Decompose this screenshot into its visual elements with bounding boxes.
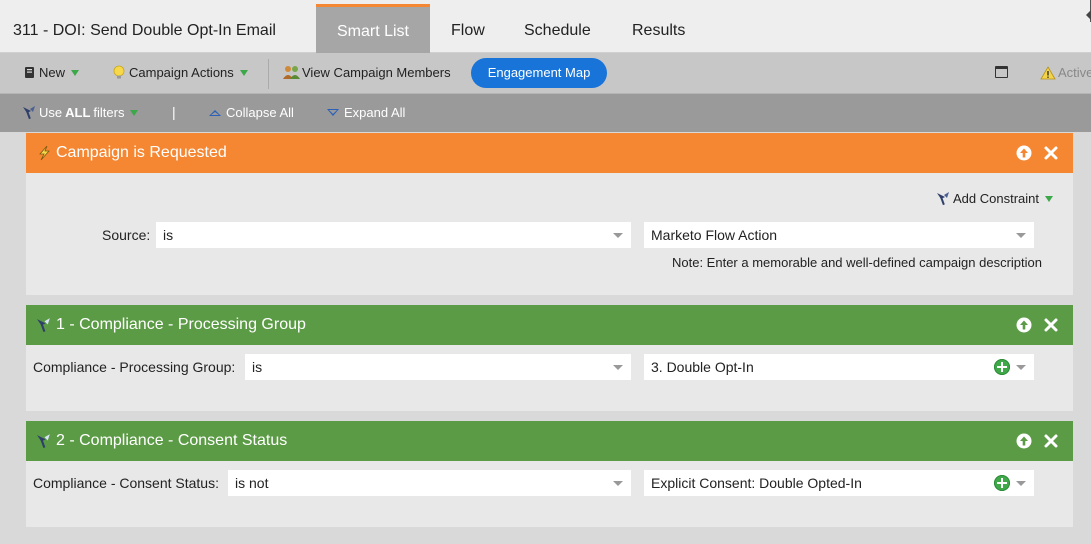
tab-smart-list-label: Smart List bbox=[336, 23, 409, 40]
warning-icon bbox=[1040, 65, 1056, 79]
source-operator-value: is bbox=[163, 227, 174, 243]
filter-card-2: 2 - Compliance - Consent Status Complian… bbox=[26, 421, 1073, 527]
source-label: Source: bbox=[102, 227, 151, 243]
filter-1-title: 1 - Compliance - Processing Group bbox=[56, 316, 306, 333]
collapse-arrow-icon[interactable] bbox=[1086, 10, 1091, 20]
filter-toolbar: Use ALL filters | Collapse All Expand Al… bbox=[0, 94, 1091, 132]
campaign-note: Note: Enter a memorable and well-defined… bbox=[672, 255, 1042, 270]
filter-1-operator-select[interactable]: is bbox=[245, 354, 631, 380]
filter-2-operator-select[interactable]: is not bbox=[228, 470, 631, 496]
add-constraint-button[interactable]: Add Constraint bbox=[936, 191, 1053, 206]
filter-1-field-label: Compliance - Processing Group: bbox=[33, 359, 236, 375]
chevron-down-icon bbox=[613, 233, 623, 238]
document-icon bbox=[25, 67, 34, 78]
lightbulb-icon bbox=[113, 65, 125, 79]
funnel-icon bbox=[23, 106, 35, 120]
chevron-down-icon bbox=[1045, 195, 1053, 202]
collapse-all-label: Collapse All bbox=[226, 105, 294, 120]
tab-bar: 311 - DOI: Send Double Opt-In Email Smar… bbox=[0, 0, 1091, 53]
filter-1-operator-value: is bbox=[252, 359, 263, 375]
campaign-actions-button[interactable]: Campaign Actions bbox=[113, 65, 248, 80]
filter-1-value: 3. Double Opt-In bbox=[651, 359, 754, 375]
tab-results[interactable]: Results bbox=[632, 22, 685, 40]
funnel-icon bbox=[937, 192, 949, 206]
arrow-up-circle-icon[interactable] bbox=[1016, 433, 1032, 449]
window-icon[interactable] bbox=[995, 66, 1008, 78]
chevron-down-icon bbox=[239, 69, 248, 76]
tab-flow[interactable]: Flow bbox=[451, 22, 485, 40]
funnel-icon bbox=[37, 318, 50, 333]
expand-all-label: Expand All bbox=[344, 105, 406, 120]
collapse-arrow-icon bbox=[209, 109, 221, 116]
new-button[interactable]: New bbox=[24, 65, 80, 80]
action-toolbar: New Campaign Actions View Campaign Membe… bbox=[0, 53, 1091, 94]
filter-separator: | bbox=[172, 104, 176, 120]
chevron-down-icon bbox=[1016, 481, 1026, 486]
filter-2-title: 2 - Compliance - Consent Status bbox=[56, 432, 288, 449]
filter-2-value-select[interactable]: Explicit Consent: Double Opted-In bbox=[644, 470, 1034, 496]
use-filters-button[interactable]: Use ALL filters bbox=[22, 105, 139, 120]
arrow-up-circle-icon[interactable] bbox=[1016, 317, 1032, 333]
chevron-down-icon bbox=[71, 69, 80, 76]
campaign-actions-label: Campaign Actions bbox=[129, 65, 234, 80]
tab-smart-list[interactable]: Smart List bbox=[316, 4, 430, 53]
tab-schedule[interactable]: Schedule bbox=[524, 22, 591, 40]
source-value: Marketo Flow Action bbox=[651, 227, 778, 243]
people-icon bbox=[283, 66, 300, 79]
source-value-select[interactable]: Marketo Flow Action bbox=[644, 222, 1034, 248]
close-icon[interactable] bbox=[1043, 433, 1059, 449]
close-icon[interactable] bbox=[1043, 317, 1059, 333]
chevron-down-icon bbox=[1016, 365, 1026, 370]
expand-arrow-icon bbox=[327, 109, 339, 116]
filter-2-operator-value: is not bbox=[235, 475, 269, 491]
filter-2-field-label: Compliance - Consent Status: bbox=[33, 475, 219, 491]
lightning-bolt-icon bbox=[39, 145, 50, 161]
plus-circle-icon[interactable] bbox=[994, 359, 1010, 375]
chevron-down-icon bbox=[1016, 233, 1026, 238]
active-status-label: Active bbox=[1058, 65, 1091, 80]
chevron-down-icon bbox=[613, 365, 623, 370]
chevron-down-icon bbox=[613, 481, 623, 486]
use-label: Use bbox=[39, 105, 63, 120]
view-campaign-members-button[interactable]: View Campaign Members bbox=[283, 65, 451, 80]
toolbar-divider bbox=[268, 59, 269, 89]
expand-all-button[interactable]: Expand All bbox=[327, 105, 405, 120]
funnel-icon bbox=[37, 434, 50, 449]
add-constraint-label: Add Constraint bbox=[953, 191, 1039, 206]
view-campaign-members-label: View Campaign Members bbox=[302, 65, 451, 80]
arrow-up-circle-icon[interactable] bbox=[1016, 145, 1032, 161]
filter-card-1: 1 - Compliance - Processing Group Compli… bbox=[26, 305, 1073, 411]
filter-1-header[interactable]: 1 - Compliance - Processing Group bbox=[26, 305, 1073, 345]
trigger-card: Campaign is Requested Add Constraint Sou… bbox=[26, 133, 1073, 295]
active-status: Active bbox=[1040, 65, 1091, 80]
new-button-label: New bbox=[39, 65, 66, 80]
collapse-all-button[interactable]: Collapse All bbox=[209, 105, 294, 120]
chevron-down-icon bbox=[130, 109, 139, 116]
filters-label: filters bbox=[93, 105, 125, 120]
engagement-map-button[interactable]: Engagement Map bbox=[471, 58, 607, 88]
plus-circle-icon[interactable] bbox=[994, 475, 1010, 491]
close-icon[interactable] bbox=[1043, 145, 1059, 161]
trigger-title: Campaign is Requested bbox=[56, 144, 227, 161]
all-label: ALL bbox=[65, 105, 91, 120]
filter-1-value-select[interactable]: 3. Double Opt-In bbox=[644, 354, 1034, 380]
filter-2-header[interactable]: 2 - Compliance - Consent Status bbox=[26, 421, 1073, 461]
filter-2-value: Explicit Consent: Double Opted-In bbox=[651, 475, 862, 491]
trigger-header[interactable]: Campaign is Requested bbox=[26, 133, 1073, 173]
campaign-title: 311 - DOI: Send Double Opt-In Email bbox=[13, 22, 276, 39]
source-operator-select[interactable]: is bbox=[156, 222, 631, 248]
